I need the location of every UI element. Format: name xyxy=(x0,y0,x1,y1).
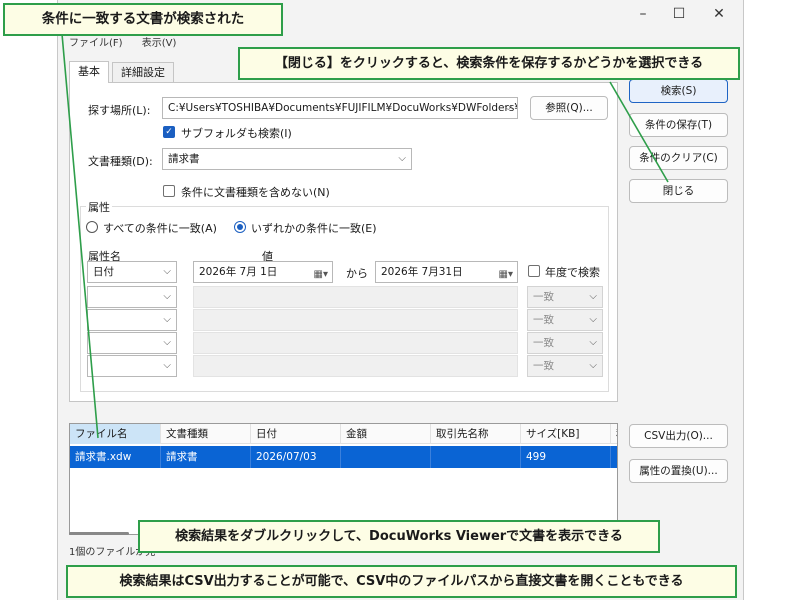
found-callout-line xyxy=(61,33,99,439)
callout-search-found: 条件に一致する文書が検索された xyxy=(3,3,283,36)
callout-csv: 検索結果はCSV出力することが可能で、CSV中のファイルパスから直接文書を開くこ… xyxy=(66,565,737,598)
callout-viewer: 検索結果をダブルクリックして、DocuWorks Viewerで文書を表示できる xyxy=(138,520,660,553)
callout-close-info: 【閉じる】をクリックすると、検索条件を保存するかどうかを選択できる xyxy=(238,47,740,80)
close-callout-line xyxy=(609,81,669,183)
tab-basic[interactable]: 基本 xyxy=(69,61,109,83)
callout-connectors xyxy=(61,33,669,439)
